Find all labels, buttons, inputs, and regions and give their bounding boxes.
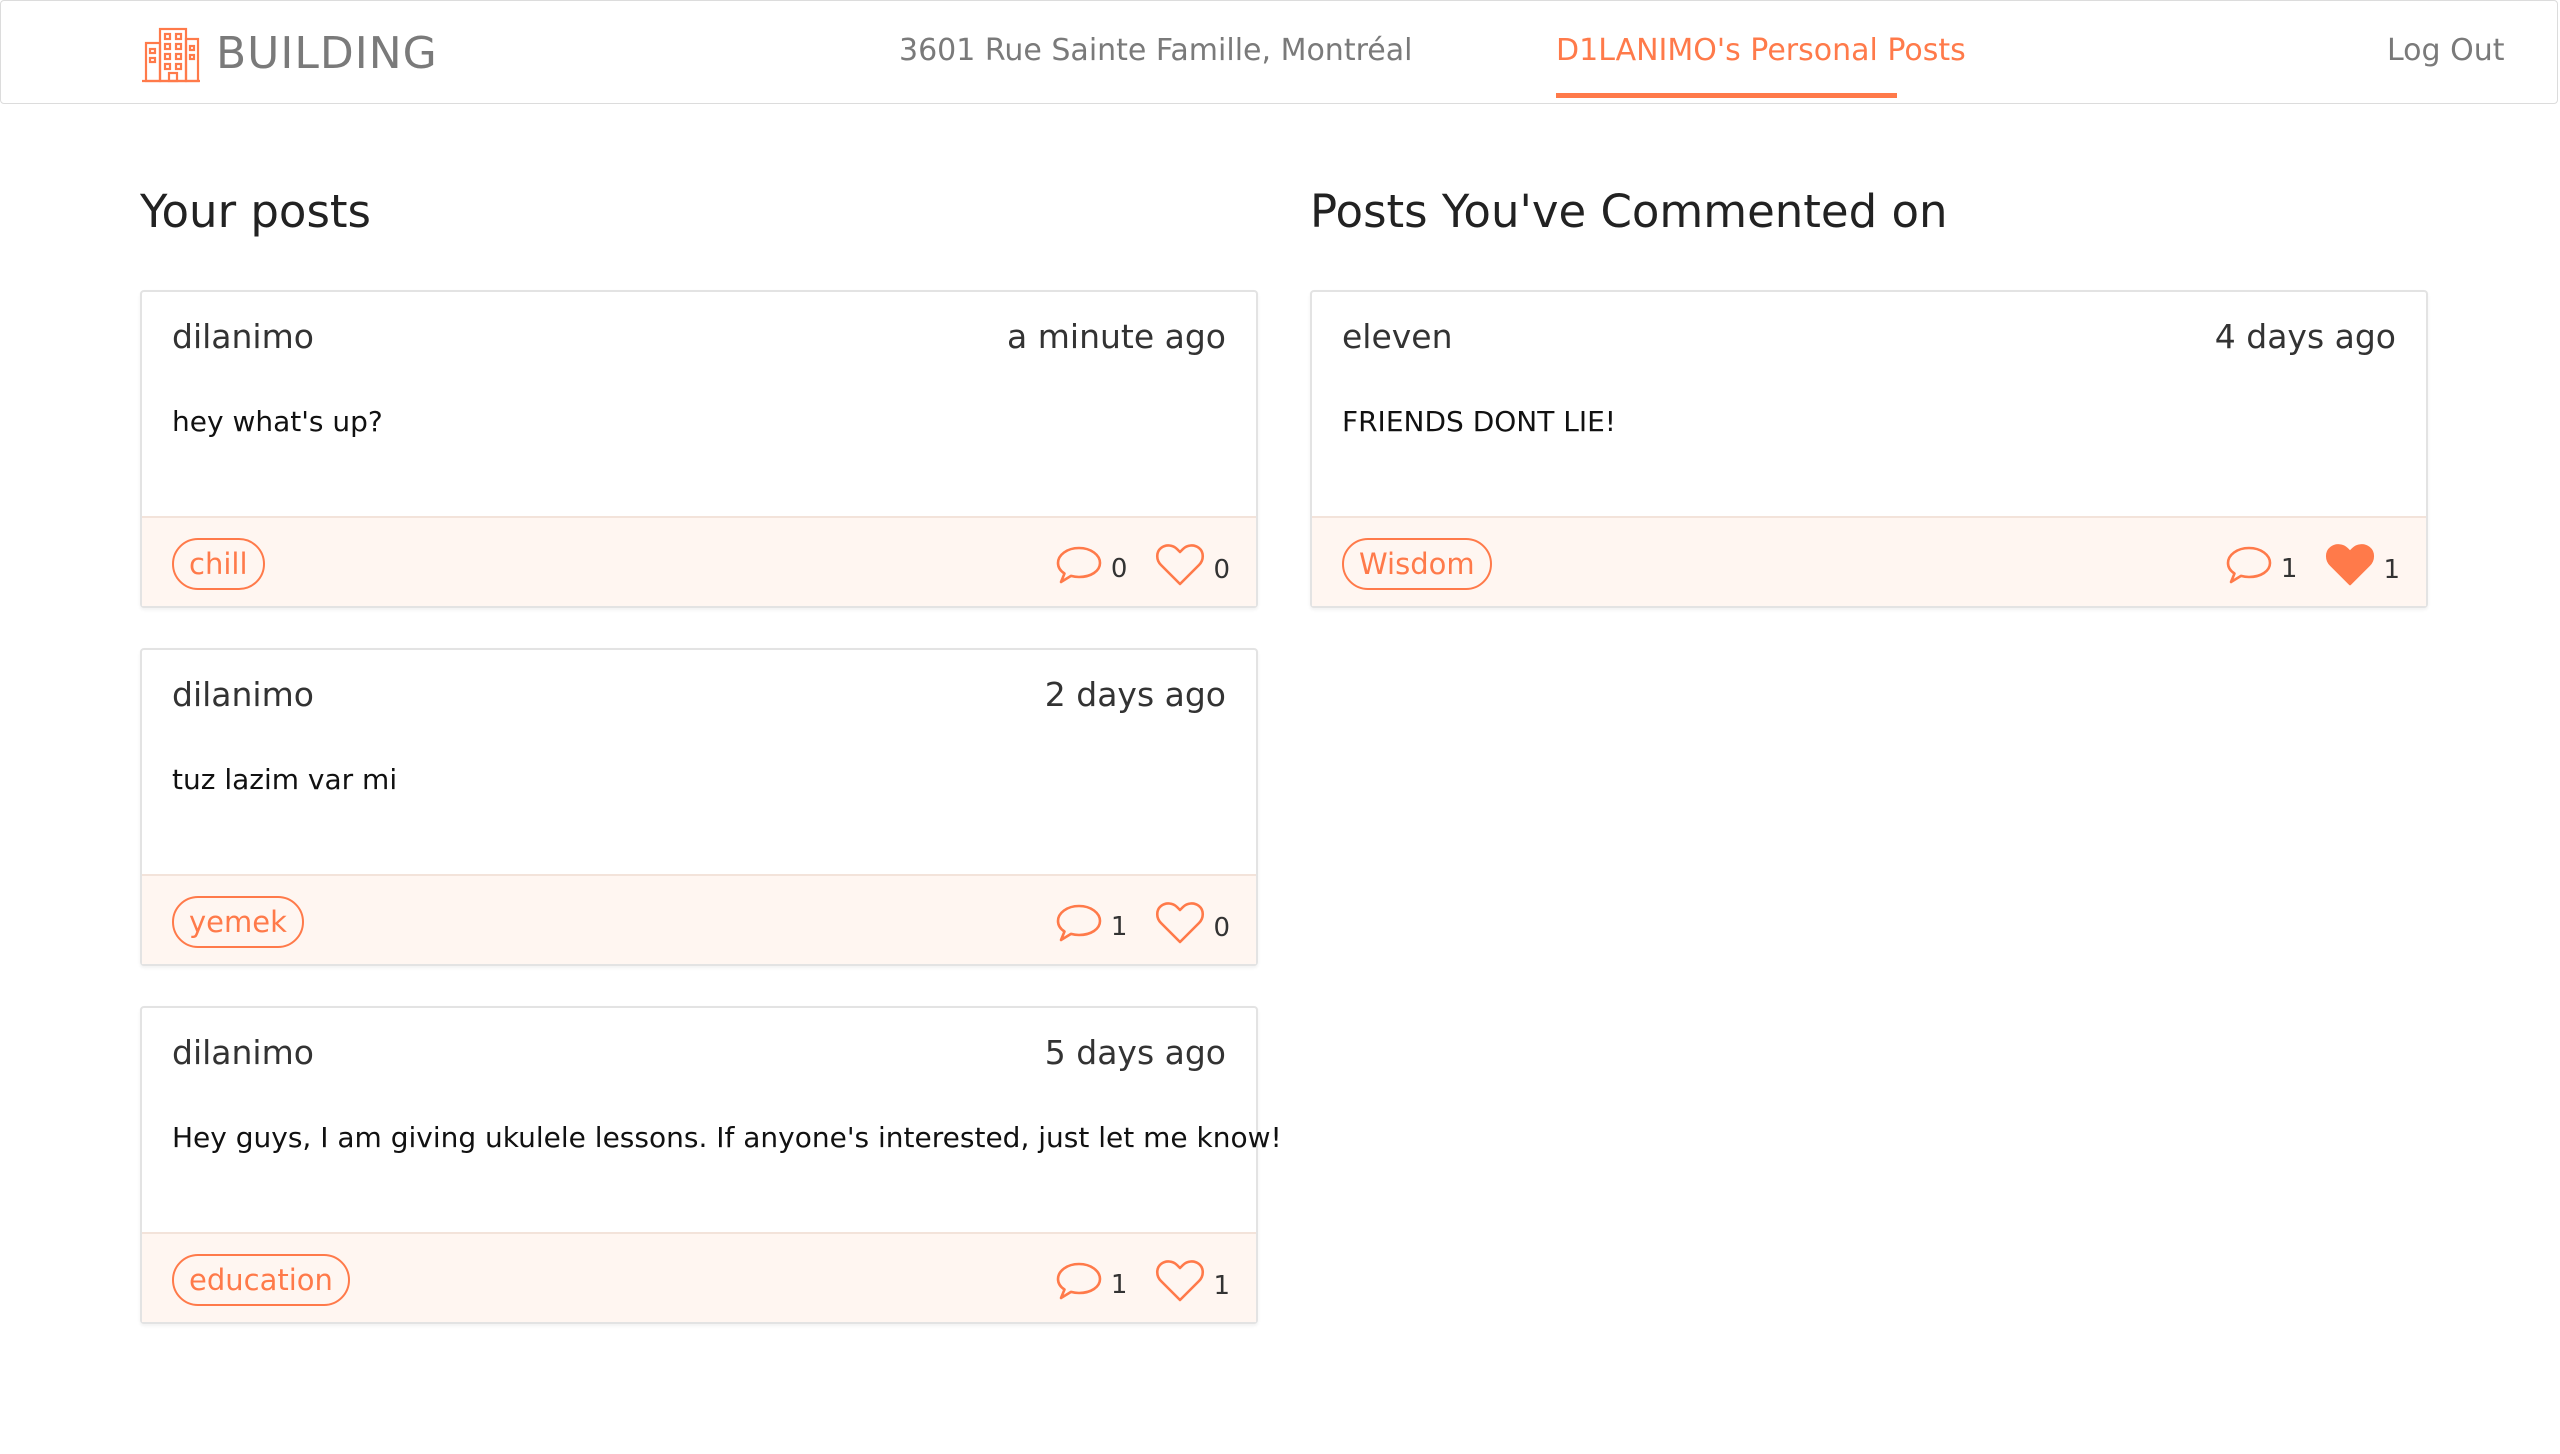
post-footer: chill 0 0 [142, 516, 1256, 606]
heart-filled-icon [2325, 543, 2375, 587]
post-body: tuz lazim var mi [172, 763, 398, 796]
like-button[interactable]: 0 [1155, 543, 1230, 587]
nav-building-address[interactable]: 3601 Rue Sainte Famille, Montréal [899, 31, 1412, 71]
comment-button[interactable]: 1 [2225, 544, 2298, 586]
post-tag[interactable]: chill [172, 538, 265, 590]
post-header: dilanimo a minute ago [172, 314, 1226, 358]
post-card[interactable]: dilanimo 2 days ago tuz lazim var mi yem… [140, 648, 1258, 966]
top-navbar: BUILDING 3601 Rue Sainte Famille, Montré… [0, 0, 2558, 104]
heart-outline-icon [1155, 543, 1205, 587]
like-count: 1 [1213, 1271, 1230, 1301]
like-button[interactable]: 1 [1155, 1259, 1230, 1303]
post-actions: 1 1 [1055, 1256, 1230, 1306]
post-timestamp: a minute ago [1007, 316, 1226, 356]
comment-count: 1 [1110, 912, 1128, 942]
post-actions: 0 0 [1055, 540, 1230, 590]
brand-name: BUILDING [216, 28, 438, 79]
like-count: 1 [2383, 555, 2400, 585]
like-button[interactable]: 0 [1155, 901, 1230, 945]
building-icon [140, 23, 202, 85]
logout-link[interactable]: Log Out [2387, 31, 2505, 71]
post-header: dilanimo 2 days ago [172, 672, 1226, 716]
post-tag[interactable]: yemek [172, 896, 304, 948]
post-timestamp: 2 days ago [1044, 674, 1226, 714]
post-footer: yemek 1 0 [142, 874, 1256, 964]
speech-bubble-icon [2225, 544, 2273, 586]
speech-bubble-icon [1055, 1260, 1103, 1302]
nav-personal-posts[interactable]: D1LANIMO's Personal Posts [1556, 31, 1966, 71]
speech-bubble-icon [1055, 544, 1103, 586]
like-button[interactable]: 1 [2325, 543, 2400, 587]
heart-outline-icon [1155, 1259, 1205, 1303]
comment-count: 1 [2280, 554, 2298, 584]
post-author[interactable]: eleven [1342, 317, 1453, 356]
like-count: 0 [1213, 555, 1230, 585]
post-author[interactable]: dilanimo [172, 317, 314, 356]
post-author[interactable]: dilanimo [172, 675, 314, 714]
post-tag[interactable]: Wisdom [1342, 538, 1492, 590]
heart-outline-icon [1155, 901, 1205, 945]
post-footer: education 1 1 [142, 1232, 1256, 1322]
post-body: hey what's up? [172, 405, 383, 438]
post-actions: 1 0 [1055, 898, 1230, 948]
comment-button[interactable]: 1 [1055, 1260, 1128, 1302]
post-timestamp: 4 days ago [2214, 316, 2396, 356]
like-count: 0 [1213, 913, 1230, 943]
comment-button[interactable]: 0 [1055, 544, 1128, 586]
comment-count: 1 [1110, 1270, 1128, 1300]
active-tab-indicator [1556, 93, 1897, 98]
speech-bubble-icon [1055, 902, 1103, 944]
post-footer: Wisdom 1 1 [1312, 516, 2426, 606]
post-actions: 1 1 [2225, 540, 2400, 590]
post-card[interactable]: dilanimo a minute ago hey what's up? chi… [140, 290, 1258, 608]
commented-posts-heading: Posts You've Commented on [1310, 185, 1948, 238]
post-header: dilanimo 5 days ago [172, 1030, 1226, 1074]
post-body: FRIENDS DONT LIE! [1342, 405, 1617, 438]
post-timestamp: 5 days ago [1044, 1032, 1226, 1072]
comment-count: 0 [1110, 554, 1128, 584]
post-tag[interactable]: education [172, 1254, 350, 1306]
your-posts-heading: Your posts [140, 185, 371, 238]
post-author[interactable]: dilanimo [172, 1033, 314, 1072]
brand-logo-link[interactable]: BUILDING [140, 23, 438, 85]
post-header: eleven 4 days ago [1342, 314, 2396, 358]
commented-post-card[interactable]: eleven 4 days ago FRIENDS DONT LIE! Wisd… [1310, 290, 2428, 608]
post-card[interactable]: dilanimo 5 days ago Hey guys, I am givin… [140, 1006, 1282, 1324]
post-body: Hey guys, I am giving ukulele lessons. I… [172, 1121, 1282, 1154]
comment-button[interactable]: 1 [1055, 902, 1128, 944]
